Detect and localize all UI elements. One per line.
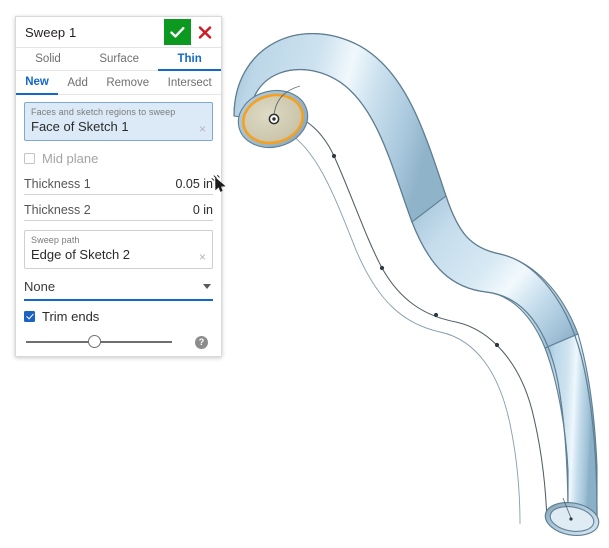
panel-body: Faces and sketch regions to sweep Face o… <box>16 95 226 356</box>
tab-thin-label: Thin <box>177 52 202 65</box>
tab-remove[interactable]: Remove <box>97 71 159 95</box>
tab-surface-label: Surface <box>99 53 139 65</box>
faces-to-sweep-clear-icon[interactable]: × <box>199 123 206 135</box>
result-type-tabs: Solid Surface Thin <box>16 48 221 71</box>
cancel-button[interactable] <box>191 17 218 47</box>
profile-control-value: None <box>24 279 56 294</box>
thickness-2-row[interactable]: Thickness 2 0 in <box>24 196 213 221</box>
thickness-2-label: Thickness 2 <box>24 203 91 217</box>
sweep-path-field[interactable]: Sweep path Edge of Sketch 2 × <box>24 230 213 269</box>
checkmark-icon <box>170 26 185 38</box>
trim-ends-label: Trim ends <box>42 308 100 324</box>
faces-to-sweep-label: Faces and sketch regions to sweep <box>31 107 176 117</box>
profile-control-dropdown[interactable]: None <box>24 274 213 301</box>
tab-intersect-label: Intersect <box>167 76 212 89</box>
tab-thin[interactable]: Thin <box>158 48 221 71</box>
help-icon[interactable]: ? <box>195 335 208 349</box>
chevron-down-icon <box>203 284 211 289</box>
tab-add-label: Add <box>67 76 88 89</box>
tab-solid[interactable]: Solid <box>16 48 81 71</box>
sweep-path-label: Sweep path <box>31 235 80 245</box>
faces-to-sweep-field[interactable]: Faces and sketch regions to sweep Face o… <box>24 102 213 141</box>
slider-thumb[interactable] <box>88 335 101 348</box>
close-icon <box>198 25 211 39</box>
tab-add[interactable]: Add <box>58 71 98 95</box>
thickness-1-row[interactable]: Thickness 1 0.05 in <box>24 170 226 195</box>
mid-plane-row[interactable]: Mid plane <box>24 146 213 170</box>
accept-button[interactable] <box>164 19 191 45</box>
trim-ends-checkbox[interactable] <box>24 310 35 322</box>
trim-ends-row[interactable]: Trim ends <box>24 304 213 328</box>
tab-remove-label: Remove <box>106 76 150 89</box>
profile-center-point <box>268 113 280 125</box>
thickness-2-value[interactable]: 0 in <box>193 202 213 218</box>
sweep-path-clear-icon[interactable]: × <box>199 251 206 263</box>
tab-solid-label: Solid <box>35 53 61 65</box>
tab-intersect[interactable]: Intersect <box>158 71 221 95</box>
tube-middle-segment <box>411 195 579 349</box>
tab-new-label: New <box>25 76 49 88</box>
mid-plane-checkbox[interactable] <box>24 152 35 164</box>
mid-plane-label: Mid plane <box>42 150 99 166</box>
panel-header: Sweep 1 <box>16 17 221 48</box>
measure-cursor-icon <box>211 175 226 192</box>
opacity-slider-row: ? <box>24 328 213 356</box>
panel-title: Sweep 1 <box>25 24 77 40</box>
tab-surface[interactable]: Surface <box>80 48 159 71</box>
opacity-slider[interactable] <box>26 335 172 349</box>
boolean-operation-tabs: New Add Remove Intersect <box>16 71 221 95</box>
thickness-1-value[interactable]: 0.05 in <box>175 176 213 192</box>
faces-to-sweep-value: Face of Sketch 1 <box>31 119 129 134</box>
sweep-path-value: Edge of Sketch 2 <box>31 247 131 262</box>
thickness-1-label: Thickness 1 <box>24 177 91 191</box>
tab-new[interactable]: New <box>16 71 59 95</box>
sweep-dialog-panel: Sweep 1 Solid Surface Thin New Add Remov… <box>15 16 226 357</box>
